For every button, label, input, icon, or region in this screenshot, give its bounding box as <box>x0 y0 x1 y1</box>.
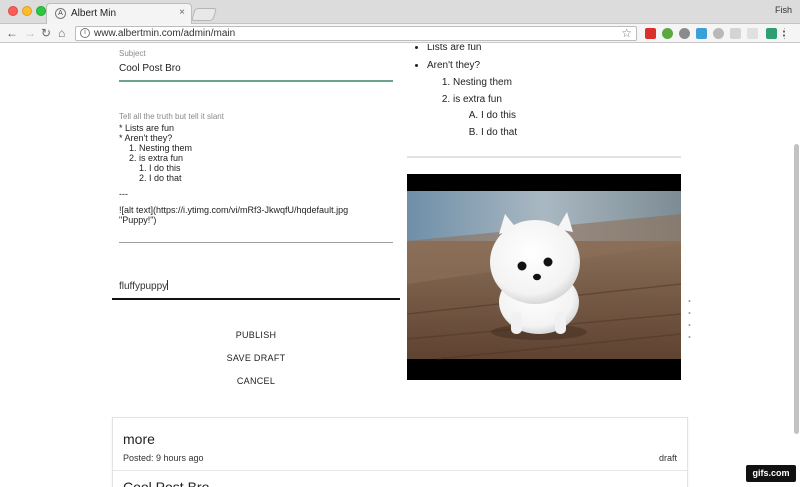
body-label: Tell all the truth but tell it slant <box>119 112 224 121</box>
bookmark-star-icon[interactable]: ☆ <box>621 26 632 40</box>
url-text[interactable]: www.albertmin.com/admin/main <box>94 28 235 39</box>
markdown-preview: Lists are fun Aren't they? Nesting them … <box>410 44 680 145</box>
body-line: 2. I do that <box>119 173 182 183</box>
tab-close-icon[interactable]: × <box>179 7 185 18</box>
extension-teal-icon[interactable] <box>766 28 777 39</box>
post-title[interactable]: Cool Post Bro <box>123 479 209 487</box>
body-line: "Puppy!") <box>119 215 157 225</box>
browser-tab[interactable]: A Albert Min × <box>46 3 192 24</box>
back-arrow-icon[interactable]: ← <box>6 26 18 40</box>
puppy-image <box>407 174 681 380</box>
card-divider <box>113 470 687 471</box>
preview-nested-item: is extra fun I do this I do that <box>453 94 680 139</box>
subject-underline <box>119 80 393 82</box>
body-line: ![alt text](https://i.ytimg.com/vi/mRf3-… <box>119 205 349 215</box>
extension-blue-icon[interactable] <box>696 28 707 39</box>
body-line: 1. Nesting them <box>119 143 193 153</box>
preview-nested-item: Nesting them <box>453 77 680 89</box>
preview-subnested-item: I do that <box>481 127 680 139</box>
preview-list-item: Aren't they? Nesting them is extra fun I… <box>427 60 680 139</box>
extension-light-icon[interactable] <box>747 28 758 39</box>
preview-list-item: Lists are fun <box>427 44 680 54</box>
extension-red-icon[interactable] <box>645 28 656 39</box>
profile-name[interactable]: Fish <box>775 5 792 15</box>
tab-title: Albert Min <box>71 8 117 19</box>
globe-icon[interactable] <box>713 28 724 39</box>
post-timestamp: Posted: 9 hours ago <box>123 453 204 463</box>
close-window-button[interactable] <box>8 6 18 16</box>
body-underline <box>119 242 393 243</box>
headphones-icon[interactable] <box>679 28 690 39</box>
page-content: Subject Cool Post Bro Tell all the truth… <box>0 44 800 487</box>
reload-icon[interactable]: ↻ <box>41 26 51 40</box>
image-edge-dots <box>688 300 691 338</box>
tags-underline <box>112 298 400 300</box>
preview-subnested-item: I do this <box>481 110 680 122</box>
gifs-watermark: gifs.com <box>746 465 796 482</box>
body-line: --- <box>119 189 128 199</box>
subject-input[interactable]: Cool Post Bro <box>119 63 181 74</box>
window-titlebar: A Albert Min × Fish <box>0 0 800 24</box>
tags-input[interactable]: fluffypuppy <box>119 280 169 292</box>
address-bar[interactable]: i www.albertmin.com/admin/main ☆ <box>75 26 637 41</box>
extension-green-icon[interactable] <box>662 28 673 39</box>
page-scrollbar[interactable] <box>794 144 799 434</box>
home-icon[interactable]: ⌂ <box>58 26 65 40</box>
subject-label: Subject <box>119 49 146 58</box>
post-status: draft <box>658 453 677 463</box>
preview-divider <box>407 156 681 158</box>
new-tab-button[interactable] <box>190 8 218 21</box>
menu-icon[interactable] <box>783 28 789 39</box>
site-favicon-icon: A <box>55 8 66 19</box>
post-card[interactable]: more Posted: 9 hours ago draft Cool Post… <box>112 417 688 487</box>
save-draft-button[interactable]: SAVE DRAFT <box>200 353 312 363</box>
cancel-button[interactable]: CANCEL <box>200 376 312 386</box>
forward-arrow-icon[interactable]: → <box>24 26 36 40</box>
text-caret <box>167 280 169 290</box>
body-line: * Lists are fun <box>119 123 175 133</box>
post-title[interactable]: more <box>123 431 155 447</box>
puppy-illustration <box>407 191 681 360</box>
body-line: 2. is extra fun <box>119 153 184 163</box>
tags-text: fluffypuppy <box>119 281 168 292</box>
info-icon[interactable]: i <box>80 28 90 38</box>
publish-button[interactable]: PUBLISH <box>200 330 312 340</box>
body-line: * Aren't they? <box>119 133 173 143</box>
extension-gray-icon[interactable] <box>730 28 741 39</box>
minimize-window-button[interactable] <box>22 6 32 16</box>
maximize-window-button[interactable] <box>36 6 46 16</box>
browser-toolbar: ← → ↻ ⌂ i www.albertmin.com/admin/main ☆ <box>0 24 800 43</box>
body-line: 1. I do this <box>119 163 181 173</box>
body-textarea[interactable]: * Lists are fun * Aren't they? 1. Nestin… <box>119 123 393 225</box>
